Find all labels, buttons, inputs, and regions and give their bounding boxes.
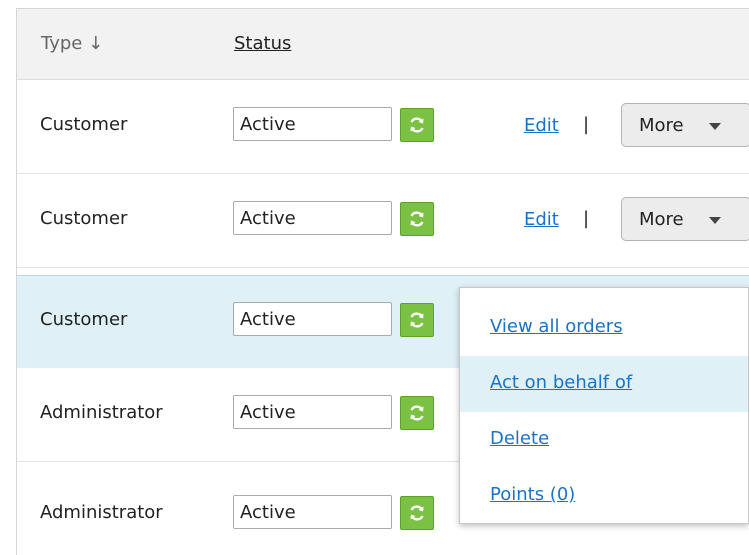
- edit-link[interactable]: Edit: [524, 209, 559, 230]
- refresh-icon: [410, 211, 424, 227]
- menu-item-act-on-behalf-of[interactable]: Act on behalf of: [460, 356, 748, 412]
- separator: |: [583, 114, 590, 135]
- status-select[interactable]: Active: [233, 302, 392, 336]
- status-select[interactable]: Active: [233, 107, 392, 141]
- refresh-status-button[interactable]: [400, 108, 434, 142]
- table-row: Customer Active Edit | More: [17, 174, 749, 268]
- status-value: Active: [240, 309, 296, 330]
- refresh-icon: [410, 312, 424, 328]
- menu-item-delete[interactable]: Delete: [460, 412, 748, 468]
- status-value: Active: [240, 114, 296, 135]
- type-cell: Administrator: [40, 402, 163, 423]
- table-row: Customer Active Edit | More: [17, 80, 749, 174]
- type-cell: Customer: [40, 114, 128, 135]
- column-header-status[interactable]: Status: [234, 33, 291, 54]
- caret-down-icon: [709, 123, 721, 130]
- table-header: Type ↓ Status: [17, 9, 749, 80]
- refresh-status-button[interactable]: [400, 496, 434, 530]
- refresh-icon: [410, 117, 424, 133]
- menu-item-label: Delete: [490, 428, 550, 449]
- menu-item-label: View all orders: [490, 316, 623, 337]
- column-header-type[interactable]: Type ↓: [41, 33, 103, 54]
- status-select[interactable]: Active: [233, 201, 392, 235]
- menu-item-label: Points (0): [490, 484, 576, 505]
- refresh-status-button[interactable]: [400, 396, 434, 430]
- status-value: Active: [240, 208, 296, 229]
- more-button[interactable]: More: [621, 103, 749, 147]
- status-value: Active: [240, 502, 296, 523]
- refresh-status-button[interactable]: [400, 303, 434, 337]
- more-label: More: [639, 115, 684, 136]
- more-label: More: [639, 209, 684, 230]
- edit-link[interactable]: Edit: [524, 115, 559, 136]
- type-cell: Customer: [40, 309, 128, 330]
- refresh-status-button[interactable]: [400, 202, 434, 236]
- menu-item-label: Act on behalf of: [490, 372, 633, 393]
- separator: |: [583, 208, 590, 229]
- type-cell: Customer: [40, 208, 128, 229]
- menu-item-points[interactable]: Points (0): [460, 468, 748, 524]
- menu-item-view-all-orders[interactable]: View all orders: [460, 300, 748, 356]
- status-select[interactable]: Active: [233, 495, 392, 529]
- refresh-icon: [410, 405, 424, 421]
- more-dropdown-menu: View all orders Act on behalf of Delete …: [459, 287, 749, 524]
- status-value: Active: [240, 402, 296, 423]
- status-select[interactable]: Active: [233, 395, 392, 429]
- more-button[interactable]: More: [621, 197, 749, 241]
- caret-down-icon: [709, 217, 721, 224]
- refresh-icon: [410, 505, 424, 521]
- type-cell: Administrator: [40, 502, 163, 523]
